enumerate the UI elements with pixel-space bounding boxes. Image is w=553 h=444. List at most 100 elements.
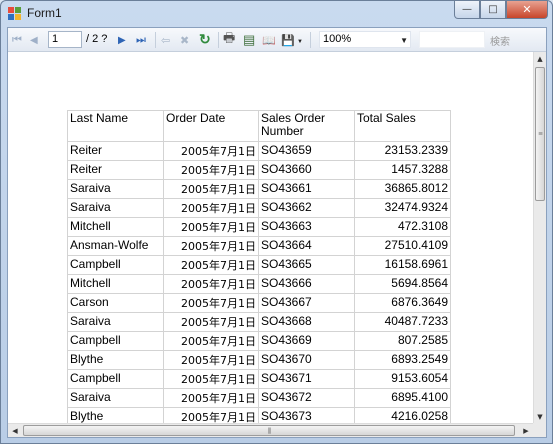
cell-total-sales: 472.3108 bbox=[354, 217, 451, 237]
toolbar-separator bbox=[155, 32, 156, 48]
cell-order-date: 2005年7月1日 bbox=[163, 312, 259, 332]
cell-last-name: Campbell bbox=[67, 255, 164, 275]
back-icon[interactable]: ⇦ bbox=[161, 32, 170, 48]
zoom-value: 100% bbox=[323, 33, 352, 45]
cell-order-date: 2005年7月1日 bbox=[163, 331, 259, 351]
vertical-scroll-thumb[interactable]: ≡ bbox=[535, 67, 545, 201]
cell-order-date: 2005年7月1日 bbox=[163, 274, 259, 294]
table-row: Saraiva 2005年7月1日 SO43668 40487.7233 bbox=[67, 312, 451, 332]
export-icon[interactable]: 💾 bbox=[281, 32, 295, 48]
zoom-dropdown-icon[interactable]: ▼ bbox=[400, 33, 408, 48]
maximize-button[interactable]: □ bbox=[480, 1, 506, 19]
cell-total-sales: 36865.8012 bbox=[354, 179, 451, 199]
cell-total-sales: 27510.4109 bbox=[354, 236, 451, 256]
cell-order-date: 2005年7月1日 bbox=[163, 388, 259, 408]
table-row: Reiter 2005年7月1日 SO43659 23153.2339 bbox=[67, 141, 451, 161]
title-bar[interactable]: Form1 — □ ✕ bbox=[1, 1, 552, 27]
cell-last-name: Campbell bbox=[67, 369, 164, 389]
scroll-left-icon[interactable]: ◀ bbox=[8, 424, 22, 437]
cell-sales-order-number: SO43673 bbox=[258, 407, 355, 424]
zoom-select[interactable]: 100% ▼ bbox=[319, 31, 411, 48]
table-row: Blythe 2005年7月1日 SO43673 4216.0258 bbox=[67, 407, 451, 424]
cell-sales-order-number: SO43663 bbox=[258, 217, 355, 237]
column-header-last-name[interactable]: Last Name bbox=[67, 110, 164, 142]
horizontal-scrollbar[interactable]: ◀ ||| ▶ bbox=[8, 423, 533, 437]
cell-sales-order-number: SO43660 bbox=[258, 160, 355, 180]
cell-sales-order-number: SO43672 bbox=[258, 388, 355, 408]
scroll-grip-icon: ||| bbox=[267, 427, 271, 434]
cell-order-date: 2005年7月1日 bbox=[163, 293, 259, 313]
table-row: Saraiva 2005年7月1日 SO43672 6895.4100 bbox=[67, 388, 451, 408]
cell-sales-order-number: SO43670 bbox=[258, 350, 355, 370]
table-row: Campbell 2005年7月1日 SO43669 807.2585 bbox=[67, 331, 451, 351]
report-page: Last Name Order Date Sales Order Number … bbox=[8, 52, 533, 424]
application-window: Form1 — □ ✕ ⏮ ◀ 1 / 2 ? ▶ ⏭ ⇦ ✖ ↻ 🖶 ▤ 📖 … bbox=[0, 0, 553, 444]
next-page-icon[interactable]: ▶ bbox=[118, 32, 126, 48]
scroll-up-icon[interactable]: ▲ bbox=[534, 52, 546, 66]
scroll-grip-icon: ≡ bbox=[537, 130, 543, 138]
cell-total-sales: 9153.6054 bbox=[354, 369, 451, 389]
first-page-icon[interactable]: ⏮ bbox=[12, 32, 22, 48]
cell-sales-order-number: SO43665 bbox=[258, 255, 355, 275]
toolbar-separator bbox=[218, 32, 219, 48]
scroll-right-icon[interactable]: ▶ bbox=[519, 424, 533, 437]
table-row: Campbell 2005年7月1日 SO43671 9153.6054 bbox=[67, 369, 451, 389]
cell-total-sales: 6876.3649 bbox=[354, 293, 451, 313]
scroll-down-icon[interactable]: ▼ bbox=[534, 410, 546, 424]
table-row: Mitchell 2005年7月1日 SO43663 472.3108 bbox=[67, 217, 451, 237]
report-viewer: ⏮ ◀ 1 / 2 ? ▶ ⏭ ⇦ ✖ ↻ 🖶 ▤ 📖 💾 ▼ 100% ▼ 検… bbox=[7, 27, 547, 438]
previous-page-icon[interactable]: ◀ bbox=[30, 32, 38, 48]
last-page-icon[interactable]: ⏭ bbox=[136, 32, 146, 48]
column-header-order-date[interactable]: Order Date bbox=[163, 110, 259, 142]
cell-sales-order-number: SO43666 bbox=[258, 274, 355, 294]
find-text-input[interactable] bbox=[419, 31, 485, 48]
scrollbar-corner bbox=[533, 423, 546, 437]
page-setup-icon[interactable]: 📖 bbox=[262, 32, 276, 48]
cell-total-sales: 807.2585 bbox=[354, 331, 451, 351]
print-layout-icon[interactable]: ▤ bbox=[243, 32, 255, 48]
cell-order-date: 2005年7月1日 bbox=[163, 217, 259, 237]
column-header-sales-order-number[interactable]: Sales Order Number bbox=[258, 110, 355, 142]
cell-sales-order-number: SO43661 bbox=[258, 179, 355, 199]
minimize-button[interactable]: — bbox=[454, 1, 480, 19]
cell-total-sales: 6893.2549 bbox=[354, 350, 451, 370]
find-button[interactable]: 検索 bbox=[490, 33, 510, 48]
refresh-icon[interactable]: ↻ bbox=[199, 31, 211, 47]
cell-last-name: Saraiva bbox=[67, 198, 164, 218]
cell-total-sales: 32474.9324 bbox=[354, 198, 451, 218]
cell-last-name: Reiter bbox=[67, 141, 164, 161]
cell-total-sales: 4216.0258 bbox=[354, 407, 451, 424]
cell-sales-order-number: SO43664 bbox=[258, 236, 355, 256]
table-row: Saraiva 2005年7月1日 SO43662 32474.9324 bbox=[67, 198, 451, 218]
cell-total-sales: 16158.6961 bbox=[354, 255, 451, 275]
table-row: Carson 2005年7月1日 SO43667 6876.3649 bbox=[67, 293, 451, 313]
cell-last-name: Saraiva bbox=[67, 179, 164, 199]
export-dropdown-icon[interactable]: ▼ bbox=[297, 34, 303, 50]
cell-sales-order-number: SO43671 bbox=[258, 369, 355, 389]
cell-order-date: 2005年7月1日 bbox=[163, 255, 259, 275]
cell-order-date: 2005年7月1日 bbox=[163, 141, 259, 161]
cell-last-name: Saraiva bbox=[67, 388, 164, 408]
cell-last-name: Saraiva bbox=[67, 312, 164, 332]
horizontal-scroll-thumb[interactable]: ||| bbox=[23, 425, 515, 436]
cell-order-date: 2005年7月1日 bbox=[163, 160, 259, 180]
stop-icon[interactable]: ✖ bbox=[180, 32, 189, 48]
table-row: Blythe 2005年7月1日 SO43670 6893.2549 bbox=[67, 350, 451, 370]
cell-order-date: 2005年7月1日 bbox=[163, 350, 259, 370]
table-row: Ansman-Wolfe 2005年7月1日 SO43664 27510.4109 bbox=[67, 236, 451, 256]
cell-last-name: Carson bbox=[67, 293, 164, 313]
table-row: Saraiva 2005年7月1日 SO43661 36865.8012 bbox=[67, 179, 451, 199]
vertical-scrollbar[interactable]: ▲ ≡ ▼ bbox=[533, 52, 546, 424]
window-title: Form1 bbox=[27, 6, 62, 20]
column-header-total-sales[interactable]: Total Sales bbox=[354, 110, 451, 142]
print-icon[interactable]: 🖶 bbox=[223, 30, 235, 48]
cell-total-sales: 40487.7233 bbox=[354, 312, 451, 332]
close-button[interactable]: ✕ bbox=[506, 1, 548, 19]
report-toolbar: ⏮ ◀ 1 / 2 ? ▶ ⏭ ⇦ ✖ ↻ 🖶 ▤ 📖 💾 ▼ 100% ▼ 検… bbox=[8, 28, 546, 52]
cell-order-date: 2005年7月1日 bbox=[163, 179, 259, 199]
cell-total-sales: 1457.3288 bbox=[354, 160, 451, 180]
current-page-input[interactable]: 1 bbox=[48, 31, 82, 48]
table-row: Campbell 2005年7月1日 SO43665 16158.6961 bbox=[67, 255, 451, 275]
cell-total-sales: 5694.8564 bbox=[354, 274, 451, 294]
table-row: Mitchell 2005年7月1日 SO43666 5694.8564 bbox=[67, 274, 451, 294]
